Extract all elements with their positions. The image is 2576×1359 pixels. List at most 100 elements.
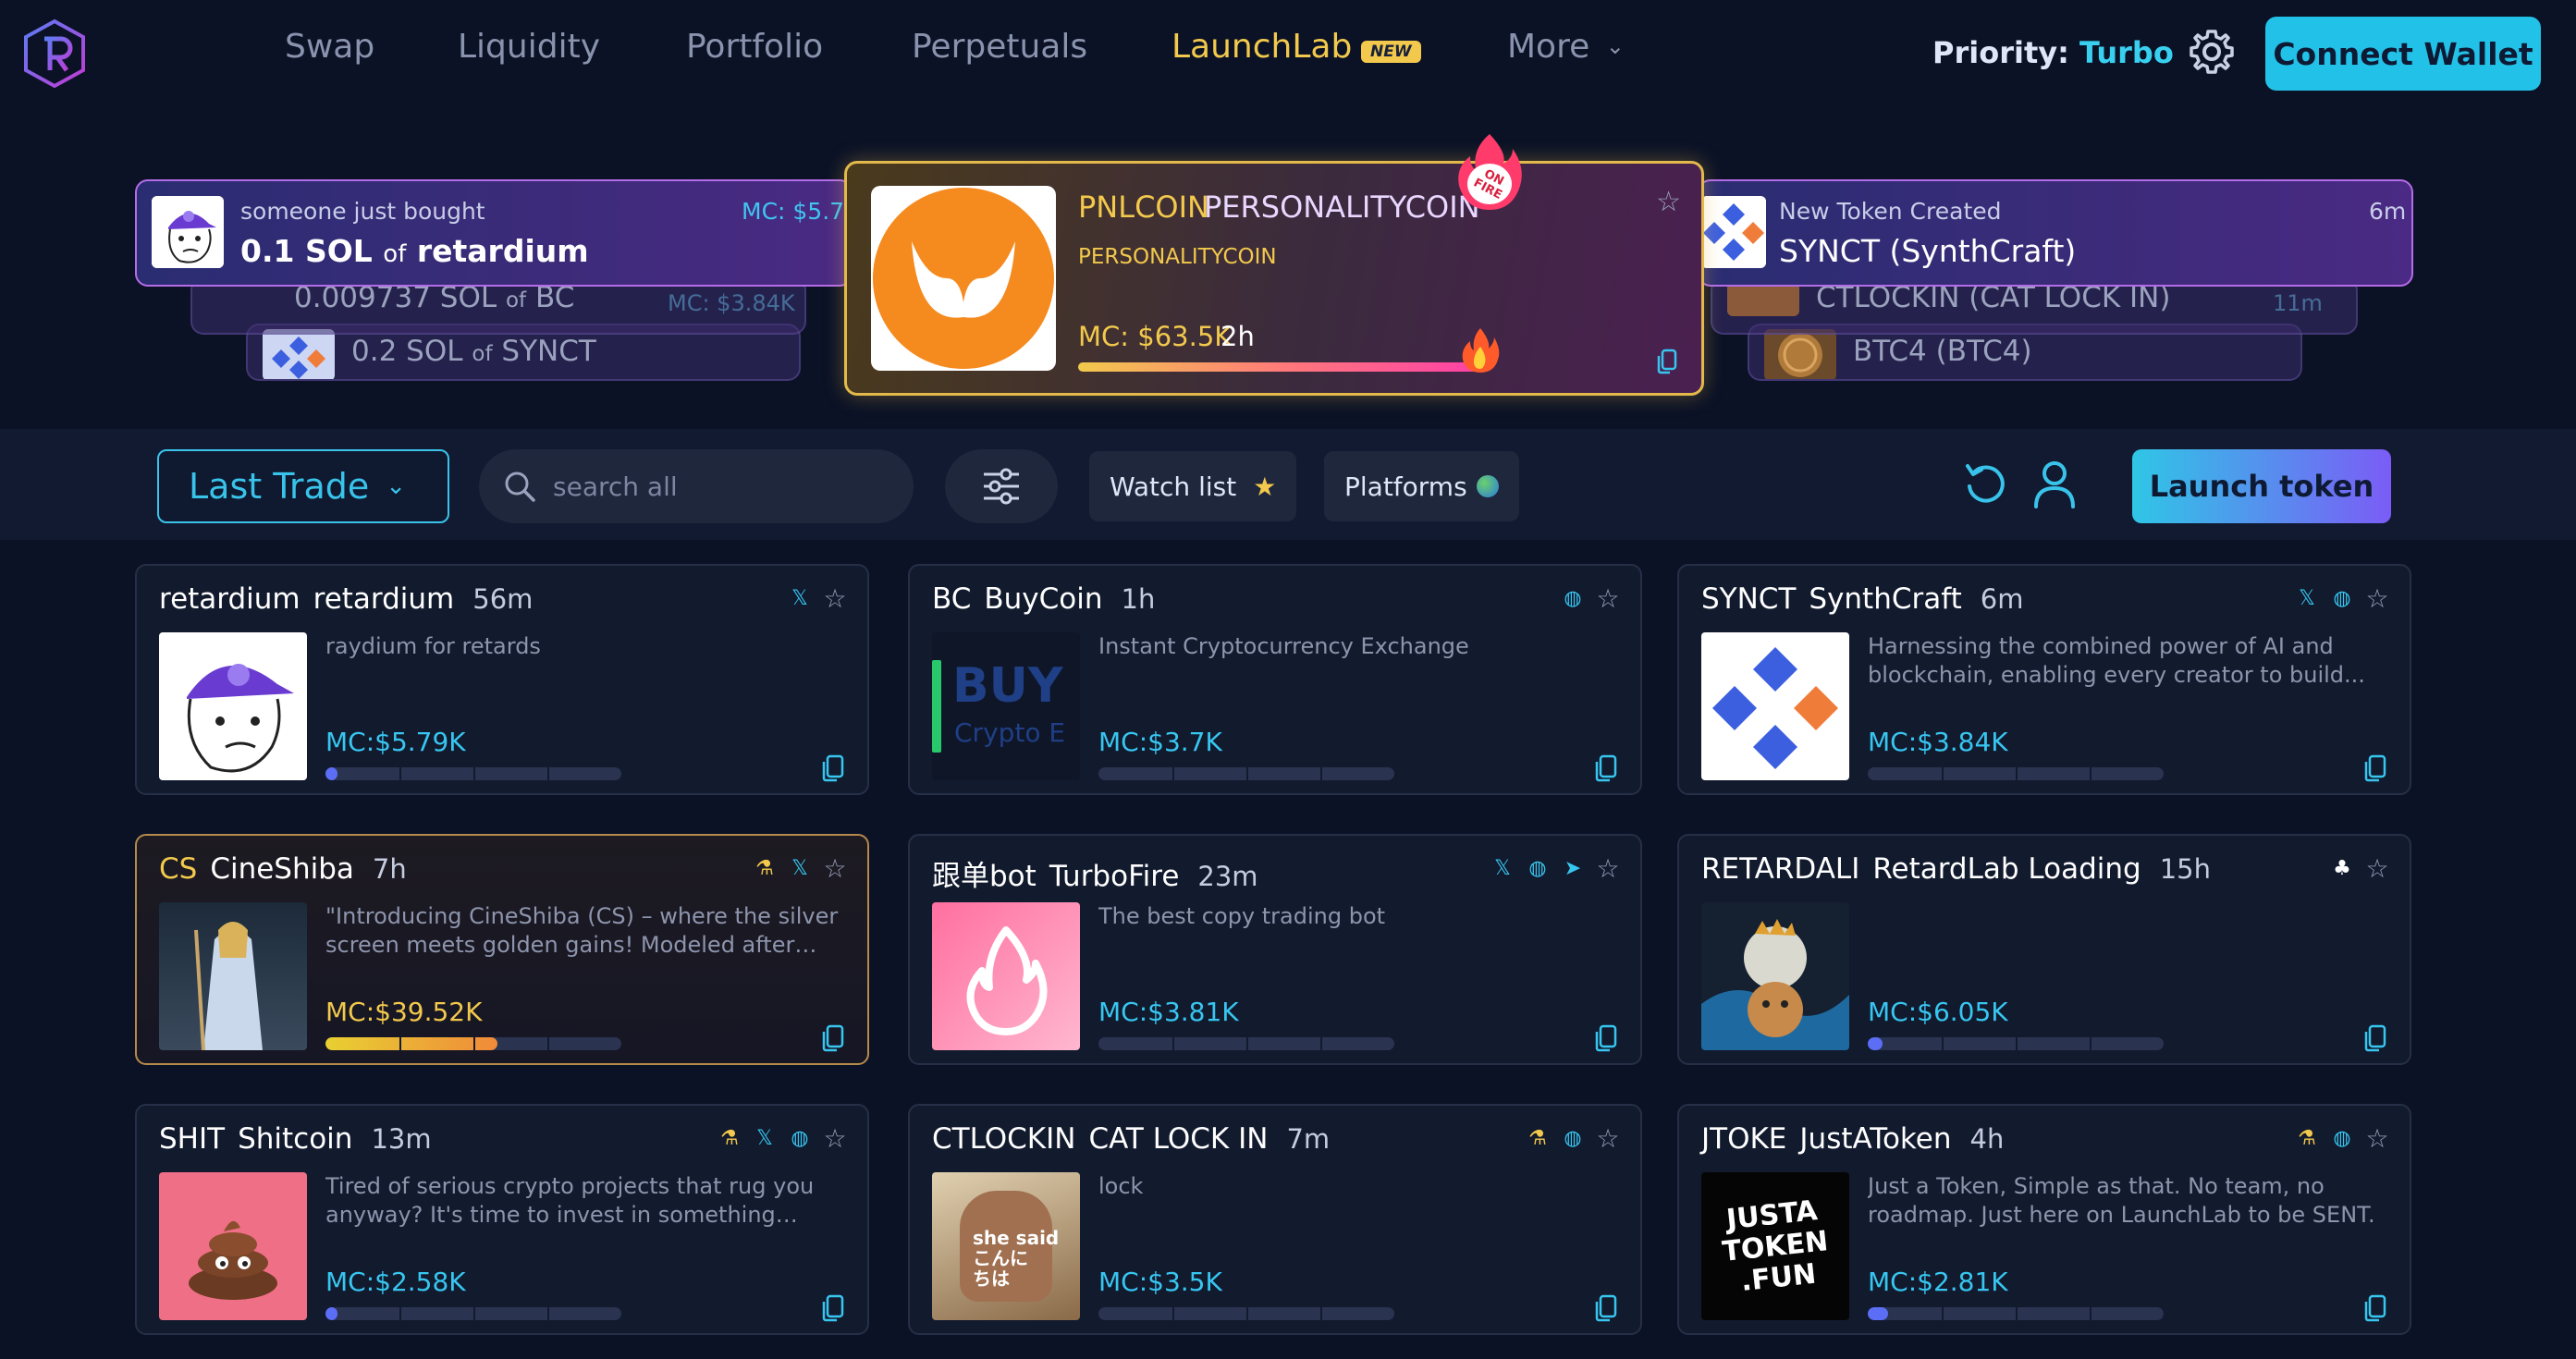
copy-icon[interactable] — [821, 1294, 845, 1322]
copy-icon[interactable] — [1594, 1294, 1618, 1322]
lab-icon[interactable]: ⚗ — [2295, 1126, 2319, 1150]
card-token-image — [159, 1172, 307, 1320]
ticker-recent-buy[interactable]: someone just bought 0.1 SOL of retardium… — [135, 179, 853, 287]
copy-icon[interactable] — [2363, 754, 2387, 782]
token-card[interactable]: CS CineShiba 7h ⚗ 𝕏 ☆ "Introducing CineShiba… — [135, 834, 869, 1065]
card-progress-bar — [325, 1307, 621, 1320]
copy-icon[interactable] — [1594, 754, 1618, 782]
globe-icon[interactable]: ◍ — [1561, 1126, 1585, 1150]
globe-icon[interactable]: ◍ — [1526, 856, 1550, 880]
card-name: TurboFire — [1049, 860, 1180, 893]
lab-icon[interactable]: ⚗ — [1526, 1126, 1550, 1150]
card-progress-fill — [325, 1307, 337, 1320]
featured-symbol: PNLCOIN — [1078, 190, 1209, 225]
lab-icon[interactable]: ⚗ — [718, 1126, 742, 1150]
nav-launchlab[interactable]: LaunchLab — [1171, 28, 1352, 66]
nav-liquidity[interactable]: Liquidity — [458, 28, 600, 66]
card-progress-bar — [1868, 1307, 2164, 1320]
ticker-token: SYNCT (SynthCraft) — [1779, 233, 2077, 269]
card-market-cap: MC:$3.7K — [1098, 727, 1222, 757]
card-links: ⚗ 𝕏 ◍ ☆ — [718, 1123, 847, 1154]
token-card[interactable]: CTLOCKIN CAT LOCK IN 7m ⚗ ◍ ☆ she said こんに ち… — [908, 1104, 1642, 1335]
wojak-avatar-icon — [152, 196, 224, 268]
token-card[interactable]: JTOKE JustAToken 4h ⚗ ◍ ☆ JUSTA TOKEN .FUN J… — [1677, 1104, 2411, 1335]
copy-icon[interactable] — [1657, 349, 1677, 374]
globe-icon[interactable]: ◍ — [2330, 586, 2354, 610]
buycoin-logo — [932, 660, 941, 753]
card-age: 7m — [1286, 1123, 1331, 1155]
star-icon[interactable]: ☆ — [823, 583, 847, 614]
token-card[interactable]: SYNCT SynthCraft 6m 𝕏 ◍ ☆ Harnessing the com… — [1677, 564, 2411, 795]
token-card[interactable]: SHIT Shitcoin 13m ⚗ 𝕏 ◍ ☆ Tired of serious cr… — [135, 1104, 869, 1335]
ticker-ghost-mc: MC: $3.84K — [668, 290, 795, 316]
star-icon[interactable]: ☆ — [823, 1123, 847, 1154]
search-box[interactable] — [479, 449, 914, 523]
star-icon[interactable]: ☆ — [2365, 1123, 2389, 1154]
featured-token-card[interactable]: PNLCOIN PERSONALITYCOIN PERSONALITYCOIN … — [844, 134, 1704, 396]
connect-wallet-button[interactable]: Connect Wallet — [2265, 17, 2541, 91]
nav-swap[interactable]: Swap — [285, 28, 374, 66]
star-icon[interactable]: ☆ — [1596, 853, 1620, 884]
buycoin-logo-text: BUY — [952, 658, 1063, 714]
fire-icon — [1462, 328, 1500, 373]
copy-icon[interactable] — [2363, 1024, 2387, 1052]
platforms-button[interactable]: Platforms — [1324, 451, 1519, 521]
copy-icon[interactable] — [821, 754, 845, 782]
x-icon[interactable]: 𝕏 — [788, 586, 812, 610]
token-card[interactable]: RETARDALI RetardLab Loading 15h ♣ ☆ MC:$6.0… — [1677, 834, 2411, 1065]
featured-star-icon[interactable]: ☆ — [1656, 186, 1681, 218]
nav-more[interactable]: More ⌄ — [1507, 28, 1625, 66]
card-title: CS CineShiba 7h — [159, 852, 407, 886]
copy-icon[interactable] — [2363, 1294, 2387, 1322]
star-icon[interactable]: ☆ — [1596, 1123, 1620, 1154]
featured-progress-bar — [1078, 362, 1485, 372]
star-icon[interactable]: ☆ — [1596, 583, 1620, 614]
card-market-cap: MC:$3.81K — [1098, 997, 1239, 1027]
globe-icon[interactable]: ◍ — [788, 1126, 812, 1150]
sort-dropdown[interactable]: Last Trade ⌄ — [157, 449, 449, 523]
card-symbol: SYNCT — [1701, 582, 1797, 616]
filter-button[interactable] — [945, 449, 1058, 523]
launch-token-button[interactable]: Launch token — [2132, 449, 2391, 523]
x-icon[interactable]: 𝕏 — [753, 1126, 777, 1150]
card-description: "Introducing CineShiba (CS) – where the … — [325, 903, 839, 958]
globe-icon[interactable]: ◍ — [2330, 1126, 2354, 1150]
card-name: CAT LOCK IN — [1088, 1122, 1269, 1156]
card-links: ⚗ ◍ ☆ — [1526, 1123, 1620, 1154]
user-icon[interactable] — [2032, 459, 2077, 510]
search-input[interactable] — [553, 471, 904, 502]
card-description: Tired of serious crypto projects that ru… — [325, 1173, 815, 1228]
card-description: Just a Token, Simple as that. No team, n… — [1868, 1173, 2375, 1228]
nav-portfolio[interactable]: Portfolio — [686, 28, 823, 66]
x-icon[interactable]: 𝕏 — [788, 856, 812, 880]
clover-icon[interactable]: ♣ — [2330, 856, 2354, 880]
telegram-icon[interactable]: ➤ — [1561, 856, 1585, 880]
featured-token-image — [871, 186, 1056, 371]
ticker-new-token[interactable]: New Token Created 6m SYNCT (SynthCraft) — [1698, 179, 2413, 287]
card-market-cap: MC:$5.79K — [325, 727, 466, 757]
ticker-trade: 0.1 SOL of retardium — [240, 233, 589, 269]
copy-icon[interactable] — [821, 1024, 845, 1052]
card-token-image: JUSTA TOKEN .FUN — [1701, 1172, 1849, 1320]
ticker-time: 6m — [2369, 198, 2407, 225]
star-icon[interactable]: ☆ — [2365, 583, 2389, 614]
star-icon[interactable]: ☆ — [823, 853, 847, 884]
token-card[interactable]: 跟单bot TurboFire 23m 𝕏 ◍ ➤ ☆ The best copy tra… — [908, 834, 1642, 1065]
token-card[interactable]: retardium retardium 56m 𝕏 ☆ raydium for ret… — [135, 564, 869, 795]
priority-selector[interactable]: Priority: Turbo — [1932, 35, 2174, 70]
card-symbol: CTLOCKIN — [932, 1122, 1076, 1156]
x-icon[interactable]: 𝕏 — [1490, 856, 1515, 880]
watchlist-button[interactable]: Watch list ★ — [1089, 451, 1297, 521]
card-name: CineShiba — [210, 852, 354, 886]
gear-icon[interactable] — [2188, 28, 2236, 76]
lab-icon[interactable]: ⚗ — [753, 856, 777, 880]
globe-icon[interactable]: ◍ — [1561, 586, 1585, 610]
copy-icon[interactable] — [1594, 1024, 1618, 1052]
refresh-icon[interactable] — [1960, 459, 2012, 510]
token-card[interactable]: BC BuyCoin 1h ◍ ☆ BUY Crypto E Instant Crypt… — [908, 564, 1642, 795]
raydium-logo-icon[interactable] — [22, 18, 87, 89]
nav-perpetuals[interactable]: Perpetuals — [912, 28, 1087, 66]
star-icon[interactable]: ☆ — [2365, 853, 2389, 884]
x-icon[interactable]: 𝕏 — [2295, 586, 2319, 610]
card-age: 15h — [2159, 853, 2211, 885]
